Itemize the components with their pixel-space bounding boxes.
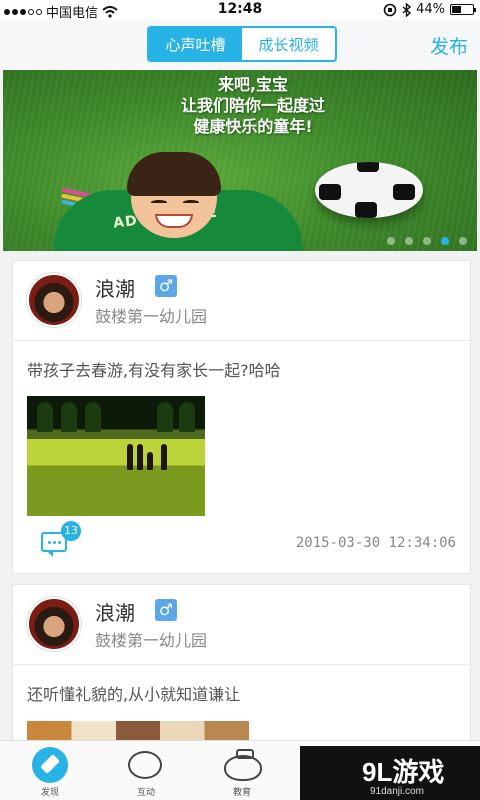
post-photo[interactable] (27, 721, 249, 741)
male-icon: ♂ (155, 599, 177, 621)
battery-percent: 44% (416, 2, 445, 17)
post-card[interactable]: 浪潮 ♂ 鼓楼第一幼儿园 带孩子去春游,有没有家长一起?哈哈 13 2015-0… (12, 260, 471, 574)
post-card[interactable]: 浪潮 ♂ 鼓楼第一幼儿园 还听懂礼貌的,从小就知道谦让 (12, 584, 471, 744)
post-header: 浪潮 ♂ 鼓楼第一幼儿园 (13, 261, 470, 341)
banner-page-dot[interactable] (405, 237, 413, 245)
author-name[interactable]: 浪潮 (95, 597, 135, 626)
nav-interact[interactable]: 互动 (106, 741, 186, 800)
publish-button[interactable]: 发布 (430, 32, 468, 59)
battery-icon (450, 4, 476, 15)
post-text: 带孩子去春游,有没有家长一起?哈哈 (27, 361, 281, 380)
battery-fill (452, 6, 461, 13)
post-photo[interactable] (27, 396, 205, 516)
compass-icon (32, 747, 68, 783)
banner-page-indicator[interactable] (387, 237, 467, 245)
status-right: 44% (383, 2, 476, 17)
post-timestamp: 2015-03-30 12:34:06 (295, 535, 456, 551)
nav-label: 互动 (136, 788, 155, 798)
watermark-url: 91danji.com (370, 786, 424, 797)
banner-page-dot[interactable] (423, 237, 431, 245)
tab-growth-videos[interactable]: 成长视频 (242, 28, 335, 60)
author-school: 鼓楼第一幼儿园 (95, 307, 208, 326)
bluetooth-icon (402, 2, 412, 17)
nav-discover[interactable]: 发现 (10, 741, 90, 800)
tab-complaints[interactable]: 心声吐槽 (149, 28, 242, 60)
chat-bubble-icon (128, 751, 162, 779)
header-bar: 心声吐槽 成长视频 发布 (0, 20, 480, 70)
avatar[interactable] (27, 597, 81, 651)
post-text: 还听懂礼貌的,从小就知道谦让 (27, 685, 241, 704)
banner-line-2: 让我们陪你一起度过 (180, 96, 325, 115)
child-image: ADVENTURE (43, 152, 303, 251)
promo-banner[interactable]: 来吧,宝宝 让我们陪你一起度过 健康快乐的童年! ADVENTURE (3, 70, 477, 251)
nav-education[interactable]: 教育 (202, 741, 282, 800)
author-name[interactable]: 浪潮 (95, 273, 135, 302)
tab-switcher: 心声吐槽 成长视频 (147, 26, 337, 62)
author-school: 鼓楼第一幼儿园 (95, 631, 208, 650)
banner-page-dot[interactable] (459, 237, 467, 245)
banner-page-dot[interactable] (441, 237, 449, 245)
status-bar: 中国电信 12:48 44% (0, 0, 480, 21)
male-icon: ♂ (155, 275, 177, 297)
banner-line-3: 健康快乐的童年! (193, 117, 313, 136)
piggy-bank-icon (224, 749, 262, 781)
soccer-ball-image (315, 162, 423, 218)
post-header: 浪潮 ♂ 鼓楼第一幼儿园 (13, 585, 470, 665)
banner-line-1: 来吧,宝宝 (217, 75, 289, 94)
comment-count-badge: 13 (61, 521, 81, 541)
banner-page-dot[interactable] (387, 237, 395, 245)
banner-caption: 来吧,宝宝 让我们陪你一起度过 健康快乐的童年! (133, 74, 373, 137)
watermark-logo: 9L游戏 (362, 757, 445, 787)
rotation-lock-icon (383, 3, 397, 16)
avatar[interactable] (27, 273, 81, 327)
nav-label: 教育 (232, 788, 251, 798)
nav-label: 发现 (40, 788, 59, 798)
